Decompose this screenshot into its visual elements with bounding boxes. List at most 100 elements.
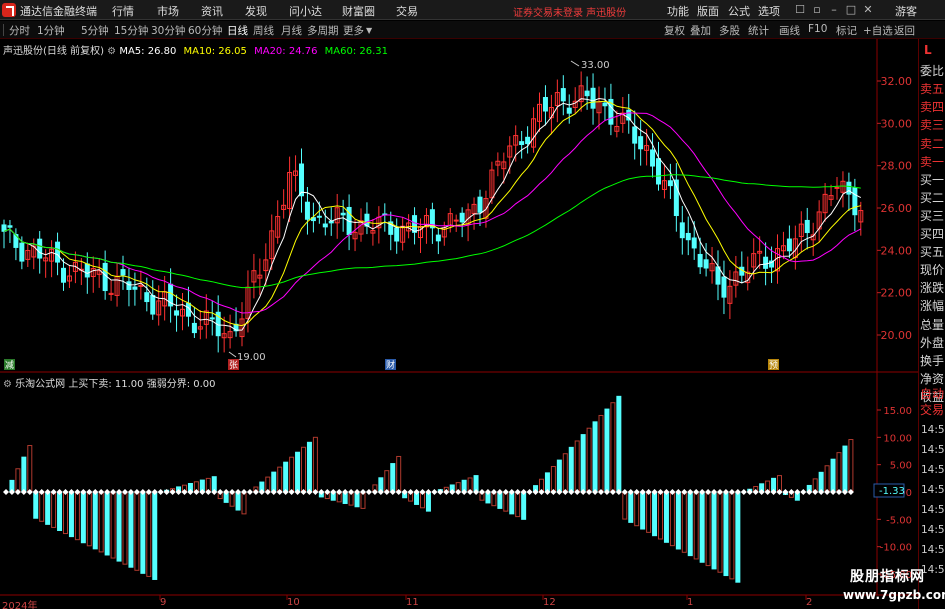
candle-body xyxy=(620,112,626,124)
side-panel-label[interactable]: L xyxy=(924,42,945,58)
candle-body xyxy=(465,209,471,225)
zero-line-diamond xyxy=(110,489,117,495)
settings-gear-icon[interactable]: ⚙ xyxy=(107,46,119,57)
zero-line-diamond xyxy=(508,489,515,495)
menu-zixun[interactable]: 资讯 xyxy=(201,3,223,19)
menu-xuanxiang[interactable]: 选项 xyxy=(758,3,780,19)
menu-hangqing[interactable]: 行情 xyxy=(112,3,134,19)
period-fenshi[interactable]: 分时 xyxy=(9,23,30,38)
period-15min[interactable]: 15分钟 xyxy=(114,23,148,38)
histogram-bar xyxy=(669,491,675,547)
fuquan-button[interactable]: 复权 xyxy=(664,23,685,38)
zero-line-diamond xyxy=(14,489,21,495)
quote-field-10: 买五 xyxy=(920,245,945,260)
zero-line-diamond xyxy=(598,489,604,495)
indicator-gear-icon[interactable]: ⚙ xyxy=(3,379,15,390)
histogram-bar xyxy=(503,491,509,512)
candle-body xyxy=(49,248,55,262)
zero-line-diamond xyxy=(133,489,140,495)
histogram-bar xyxy=(283,461,289,493)
histogram-bar xyxy=(63,491,68,535)
mark-button[interactable]: 标记 xyxy=(836,23,857,38)
menu-caifuquan[interactable]: 财富圈 xyxy=(342,3,375,19)
candle-body xyxy=(96,270,102,275)
candle-body xyxy=(31,245,37,258)
candle-body xyxy=(162,291,168,307)
multi-stock-button[interactable]: 多股 xyxy=(719,23,740,38)
minimize-icon[interactable]: – xyxy=(826,2,842,18)
period-more[interactable]: 更多 xyxy=(343,23,364,38)
f10-button[interactable]: F10 xyxy=(808,23,827,35)
menu-faxian[interactable]: 发现 xyxy=(245,3,267,19)
back-button[interactable]: 返回 xyxy=(894,23,915,38)
candle-body xyxy=(685,232,691,241)
zero-line-diamond xyxy=(586,489,593,495)
kline-chart[interactable]: 32.0030.0028.0026.0024.0022.0020.0033.00… xyxy=(0,0,945,609)
candle-body xyxy=(61,267,66,283)
sub-y-tick-label: 15.00 xyxy=(883,406,912,417)
histogram-bar xyxy=(110,491,116,559)
zero-line-diamond xyxy=(44,489,51,495)
zero-line-diamond xyxy=(56,489,63,495)
period-1min[interactable]: 1分钟 xyxy=(37,23,65,38)
histogram-bar xyxy=(675,491,681,550)
candle-body xyxy=(572,100,578,108)
histogram-bar xyxy=(408,491,414,502)
guest-user[interactable]: 游客 xyxy=(895,3,917,19)
period-daily[interactable]: 日线 xyxy=(227,23,248,38)
more-chevron-icon[interactable]: ▼ xyxy=(366,26,372,35)
add-favorite-button[interactable]: +自选 xyxy=(863,23,893,38)
zero-line-diamond xyxy=(169,489,176,495)
zero-line-diamond xyxy=(92,489,99,495)
histogram-bar xyxy=(449,484,455,493)
x-label-2024: 2024年 xyxy=(2,601,38,609)
histogram-bar xyxy=(848,439,854,493)
menu-shichang[interactable]: 市场 xyxy=(157,3,179,19)
period-60min[interactable]: 60分钟 xyxy=(188,23,222,38)
auto-trade-label[interactable]: 自动 xyxy=(920,386,945,402)
zero-line-diamond xyxy=(193,489,200,495)
candle-body xyxy=(227,331,233,339)
restore-icon[interactable]: ▫ xyxy=(809,2,825,18)
menu-gongshi[interactable]: 公式 xyxy=(728,3,750,19)
close-icon[interactable]: ✕ xyxy=(860,2,876,18)
trade-label[interactable]: 交易 xyxy=(920,402,945,418)
histogram-bar xyxy=(164,489,170,493)
period-5min[interactable]: 5分钟 xyxy=(81,23,109,38)
zero-line-diamond xyxy=(449,489,456,495)
y-tick-label: 24.00 xyxy=(881,244,913,257)
indicator-title: 乐淘公式网 上买下卖: 11.00 强弱分界: 0.00 xyxy=(15,379,216,390)
candle-body xyxy=(358,220,364,235)
menu-gongneng[interactable]: 功能 xyxy=(667,3,689,19)
zero-line-diamond xyxy=(431,489,438,495)
histogram-bar xyxy=(277,466,283,493)
histogram-bar xyxy=(598,414,604,493)
zero-line-diamond xyxy=(711,489,718,495)
maximize-icon[interactable]: □ xyxy=(843,2,859,18)
stats-button[interactable]: 统计 xyxy=(748,23,769,38)
period-30min[interactable]: 30分钟 xyxy=(151,23,185,38)
zero-line-diamond xyxy=(354,489,361,495)
zero-line-diamond xyxy=(687,489,694,495)
candle-body xyxy=(340,212,346,216)
quote-field-8: 买三 xyxy=(920,208,945,223)
zero-line-diamond xyxy=(764,489,771,495)
period-monthly[interactable]: 月线 xyxy=(281,23,302,38)
period-multi[interactable]: 多周期 xyxy=(307,23,339,38)
draw-button[interactable]: 画线 xyxy=(779,23,800,38)
menu-jiaoyi[interactable]: 交易 xyxy=(396,3,418,19)
histogram-bar xyxy=(794,491,800,501)
overlay-button[interactable]: 叠加 xyxy=(690,23,711,38)
period-weekly[interactable]: 周线 xyxy=(253,23,274,38)
candle-body xyxy=(412,215,418,233)
menu-banmian[interactable]: 版面 xyxy=(697,3,719,19)
zero-line-diamond xyxy=(645,489,652,495)
candle-body xyxy=(90,268,96,278)
login-warning[interactable]: 证券交易未登录 声迅股份 xyxy=(513,4,626,19)
zero-line-diamond xyxy=(419,489,426,495)
user-icon[interactable]: ☐ xyxy=(792,2,808,18)
menu-wenxiaoda[interactable]: 问小达 xyxy=(289,3,322,19)
tick-time: 14:56 xyxy=(921,464,945,476)
histogram-bar xyxy=(39,491,45,522)
candle-body xyxy=(501,161,507,170)
